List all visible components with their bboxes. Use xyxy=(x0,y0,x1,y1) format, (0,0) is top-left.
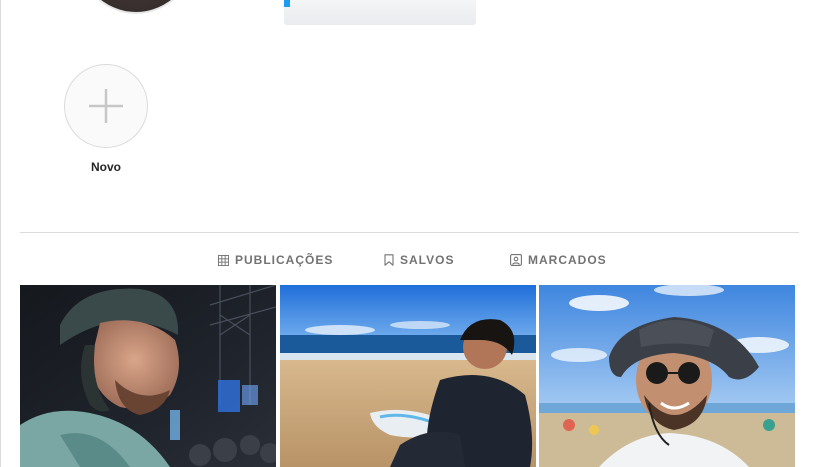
new-highlight-circle[interactable] xyxy=(64,64,148,148)
profile-avatar[interactable] xyxy=(76,0,196,14)
plus-icon xyxy=(89,89,123,123)
photo-concert-night-icon xyxy=(20,285,276,467)
tab-salvos[interactable]: SALVOS xyxy=(384,250,454,270)
new-highlight-label: Novo xyxy=(91,160,121,174)
photo-beach-bucket-hat-icon xyxy=(539,285,795,467)
posts-grid xyxy=(20,285,796,467)
left-border xyxy=(0,0,1,467)
tab-salvos-label: SALVOS xyxy=(400,253,455,267)
post-thumbnail-3[interactable] xyxy=(539,285,795,467)
profile-page: Novo PUBLICAÇÕES SALVOS MARCADOS xyxy=(0,0,816,467)
top-card-partial xyxy=(284,0,476,25)
bookmark-icon xyxy=(384,254,394,266)
tab-publicacoes[interactable]: PUBLICAÇÕES xyxy=(218,250,333,270)
tab-marcados-label: MARCADOS xyxy=(528,253,607,267)
profile-tabs: PUBLICAÇÕES SALVOS MARCADOS xyxy=(0,250,816,270)
tabs-divider xyxy=(20,232,799,233)
new-highlight[interactable]: Novo xyxy=(62,64,150,174)
tagged-icon xyxy=(510,254,522,266)
tab-publicacoes-label: PUBLICAÇÕES xyxy=(235,253,334,267)
photo-beach-surfer-icon xyxy=(280,285,536,467)
tab-marcados[interactable]: MARCADOS xyxy=(510,250,607,270)
top-card-accent xyxy=(284,0,290,7)
grid-icon xyxy=(218,254,229,266)
post-thumbnail-2[interactable] xyxy=(280,285,536,467)
post-thumbnail-1[interactable] xyxy=(20,285,276,467)
